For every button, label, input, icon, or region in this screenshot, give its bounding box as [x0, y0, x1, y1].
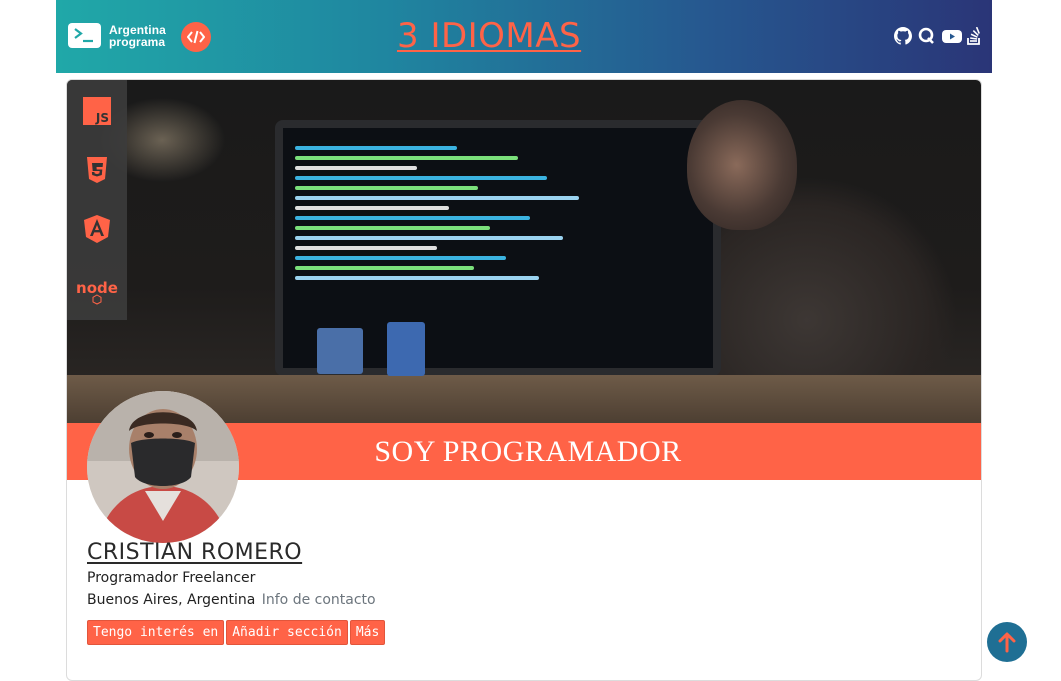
nodejs-icon: node: [75, 275, 119, 305]
arrow-up-icon: [998, 632, 1016, 653]
profile-card: JS node SOY PROGRAMADOR CRISTIAN ROMERO …: [66, 79, 982, 681]
css3-icon: [82, 155, 112, 185]
profile-role: Programador Freelancer: [87, 570, 256, 586]
more-button[interactable]: Más: [349, 620, 386, 645]
angular-icon: [82, 214, 112, 244]
argentina-programa-logo[interactable]: [68, 23, 101, 48]
tech-icons-rail: JS node: [67, 80, 127, 320]
profile-name-link[interactable]: CRISTIAN ROMERO: [87, 539, 302, 567]
banner-can: [387, 322, 425, 376]
social-links: [894, 26, 984, 45]
js-label: JS: [95, 111, 109, 125]
profile-location-line: Buenos Aires, Argentina Info de contacto: [87, 592, 376, 608]
logo-line-2: programa: [109, 35, 166, 49]
banner-can: [317, 328, 363, 374]
quora-icon[interactable]: [918, 27, 936, 45]
github-icon[interactable]: [894, 27, 912, 45]
logo-text: Argentina programa: [109, 24, 166, 48]
interest-button[interactable]: Tengo interés en: [87, 620, 225, 645]
profile-actions: Tengo interés en Añadir sección Más: [87, 620, 386, 645]
terminal-prompt-icon: [74, 28, 93, 43]
avatar: [87, 391, 239, 543]
code-icon[interactable]: [181, 22, 211, 52]
banner-person-head: [687, 100, 797, 230]
js-icon: JS: [82, 96, 112, 126]
stackoverflow-icon[interactable]: [966, 26, 984, 45]
add-section-button[interactable]: Añadir sección: [226, 620, 348, 645]
profile-location: Buenos Aires, Argentina: [87, 592, 256, 608]
banner-image: JS node: [67, 80, 981, 423]
brand-title-link[interactable]: 3 IDIOMAS: [397, 16, 581, 56]
scroll-to-top-button[interactable]: [987, 622, 1027, 662]
top-navbar: Argentina programa 3 IDIOMAS: [56, 0, 992, 73]
youtube-icon[interactable]: [942, 27, 962, 45]
node-label: node: [76, 279, 118, 297]
contact-info-link[interactable]: Info de contacto: [262, 592, 376, 608]
